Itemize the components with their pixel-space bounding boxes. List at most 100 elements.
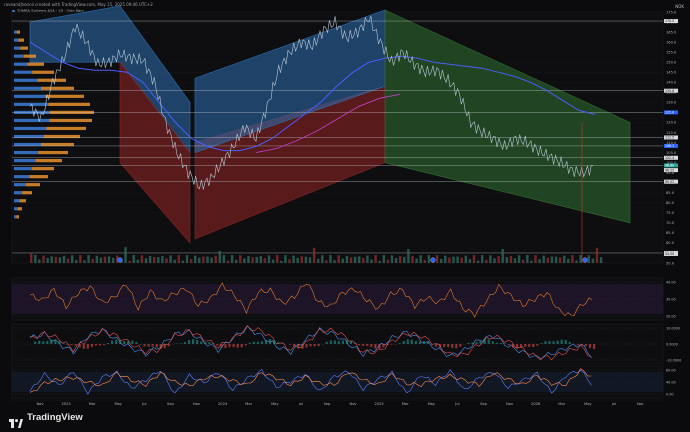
volume-profile-bar-down [14, 199, 20, 203]
macd-histogram-bar [204, 342, 207, 344]
macd-histogram-bar [414, 340, 417, 344]
volume-bar [399, 256, 402, 263]
macd-histogram-bar [293, 344, 296, 347]
volume-bar [337, 255, 340, 263]
volume-bar [267, 255, 271, 263]
macd-histogram-bar [483, 339, 486, 344]
macd-histogram-bar [268, 339, 272, 344]
rsi-tick-label: 30.00 [666, 297, 676, 301]
volume-bar [558, 257, 562, 263]
price-tag-label: 135.8 [665, 89, 674, 93]
macd-histogram-bar [252, 341, 255, 344]
macd-histogram-bar [196, 339, 199, 344]
volume-bar [317, 258, 320, 263]
macd-histogram-bar [471, 342, 474, 344]
volume-profile-bar-up [16, 30, 20, 34]
macd-histogram-bar [192, 339, 195, 344]
brand-logo[interactable]: TradingView [9, 412, 83, 428]
macd-tick-label: 10.0000 [666, 326, 680, 330]
macd-histogram-bar [345, 339, 349, 344]
volume-profile-bar-up [20, 46, 28, 50]
event-marker-icon [117, 257, 123, 263]
y-tick-label: 50.0 [666, 261, 675, 265]
macd-histogram-bar [499, 343, 502, 344]
macd-histogram-bar [487, 339, 490, 344]
macd-tick-label: 0.0000 [666, 342, 678, 346]
volume-bar [230, 255, 234, 263]
volume-profile-bar-up [25, 183, 40, 187]
volume-bar [99, 257, 103, 263]
volume-bar [550, 256, 554, 263]
volume-bar [218, 251, 221, 263]
macd-histogram-bar [443, 344, 446, 348]
macd-histogram-bar [564, 339, 567, 344]
macd-histogram-bar [208, 342, 211, 344]
macd-histogram-bar [495, 342, 498, 344]
macd-histogram-bar [447, 344, 450, 348]
macd-histogram-bar [410, 339, 413, 344]
macd-histogram-bar [548, 340, 551, 344]
x-tick-label: Nov [36, 402, 44, 406]
volume-bar [464, 255, 467, 263]
price-chart-canvas[interactable]: 175.0170.0165.0160.0155.0150.0145.0140.0… [0, 0, 690, 432]
volume-bar [124, 247, 127, 263]
macd-histogram-bar [337, 341, 340, 344]
volume-bar [271, 259, 275, 263]
macd-histogram-bar [422, 341, 426, 344]
volume-bar [595, 247, 599, 263]
volume-profile-bar-down [14, 70, 32, 74]
volume-bar [280, 260, 283, 263]
volume-bar [563, 255, 566, 263]
price-tag-label: 98.60 [665, 164, 674, 168]
price-tag-label: 54.50 [665, 252, 674, 256]
volume-bar [403, 256, 406, 263]
volume-bar [358, 256, 361, 263]
x-tick-label: 2024 [218, 402, 228, 406]
price-tag-label: 102.4 [665, 156, 674, 160]
macd-histogram-bar [366, 344, 369, 346]
volume-bar [526, 255, 529, 263]
volume-bar [542, 255, 545, 263]
macd-histogram-bar [147, 344, 150, 347]
volume-bar [161, 255, 164, 263]
volume-bar [599, 257, 603, 263]
y-tick-label: 115.0 [666, 131, 677, 135]
volume-bar [181, 260, 185, 263]
tradingview-logo-icon [9, 413, 23, 428]
macd-histogram-bar [349, 340, 353, 344]
macd-histogram-bar [220, 344, 223, 348]
volume-profile-bar-down [14, 94, 46, 98]
macd-tick-label: -10.0000 [666, 358, 681, 362]
volume-bar [46, 258, 49, 263]
macd-histogram-bar [289, 344, 292, 345]
macd-histogram-bar [224, 344, 227, 348]
x-tick-label: Nov [350, 402, 358, 406]
macd-histogram-bar [187, 340, 191, 344]
volume-bar [75, 260, 78, 263]
volume-bar [239, 255, 242, 263]
macd-histogram-bar [511, 344, 515, 348]
volume-profile-bar-up [45, 94, 84, 98]
macd-histogram-bar [560, 339, 563, 344]
macd-histogram-bar [111, 340, 114, 344]
volume-bar [452, 256, 455, 263]
macd-histogram-bar [398, 343, 401, 344]
volume-profile-bar-up [32, 70, 54, 74]
volume-bar [255, 256, 258, 263]
volume-bar [296, 257, 299, 263]
macd-histogram-bar [34, 341, 37, 344]
volume-bar [38, 259, 41, 263]
macd-histogram-bar [435, 344, 438, 347]
macd-histogram-bar [167, 344, 170, 347]
x-tick-label: May [271, 402, 279, 406]
volume-bar [517, 255, 521, 263]
volume-bar [198, 257, 201, 263]
volume-bar [165, 258, 168, 263]
volume-bar [575, 260, 578, 263]
volume-profile-bar-up [32, 167, 54, 171]
volume-profile-bar-down [14, 54, 24, 58]
macd-histogram-bar [179, 343, 183, 344]
macd-histogram-bar [256, 341, 259, 344]
volume-bar [194, 255, 197, 263]
volume-bar [407, 249, 410, 263]
